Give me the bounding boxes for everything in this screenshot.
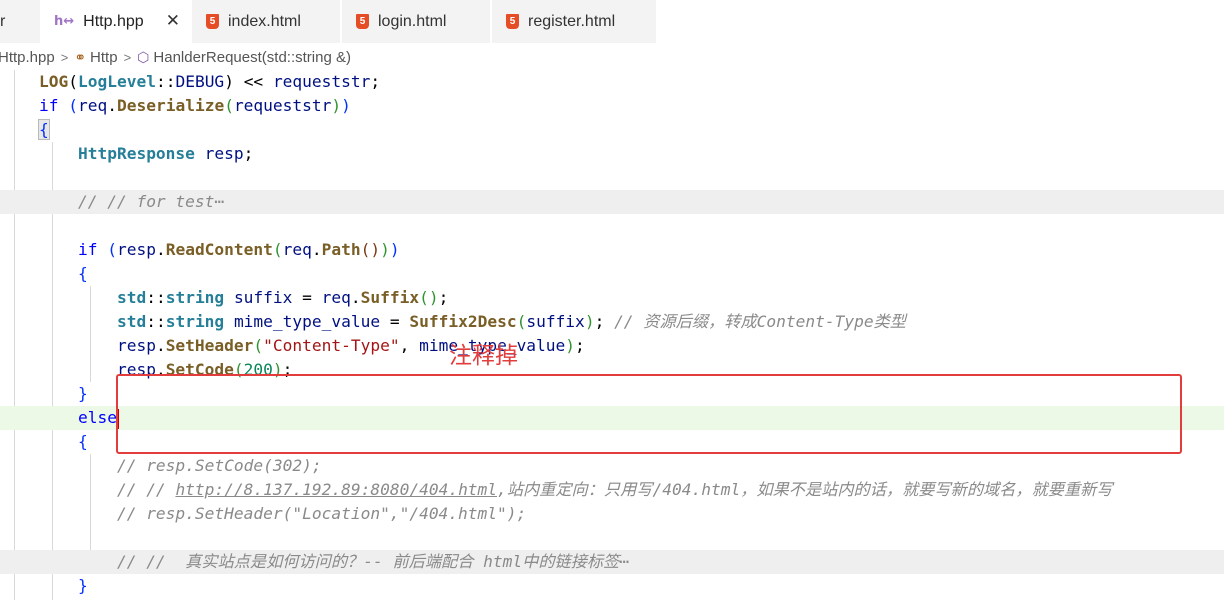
folded-code-line[interactable]: // // for test⋯ — [0, 190, 1224, 214]
tab-label: index.html — [228, 12, 301, 30]
fold-ellipsis-icon: ⋯ — [619, 552, 630, 571]
fold-ellipsis-icon: ⋯ — [214, 192, 225, 211]
tab-label: register.html — [528, 12, 616, 30]
breadcrumb-class[interactable]: Http — [90, 49, 118, 66]
comment-link[interactable]: http://8.137.192.89:8080/404.html — [175, 480, 497, 499]
breadcrumb: Http.hpp > ⚭ Http > ⬡ HanlderRequest(std… — [0, 45, 1224, 69]
code-line: HttpResponse resp; — [77, 144, 254, 163]
editor-tab-bar: r h↔ Http.hpp ✕ 5 index.html 5 login.htm… — [0, 0, 1224, 43]
code-line: LOG(LogLevel::DEBUG) << requeststr; — [38, 72, 381, 91]
code-line: { — [77, 264, 88, 283]
breadcrumb-method[interactable]: HanlderRequest(std::string &) — [153, 49, 351, 66]
tab-label: r — [0, 12, 6, 30]
html5-icon: 5 — [356, 14, 369, 29]
code-line: // // http://8.137.192.89:8080/404.html,… — [116, 480, 1113, 499]
breadcrumb-file[interactable]: Http.hpp — [0, 49, 55, 66]
cpp-header-icon: h↔ — [54, 14, 75, 29]
code-line: if (req.Deserialize(requeststr)) — [38, 96, 351, 115]
chevron-right-icon: > — [60, 49, 69, 65]
method-cube-icon: ⬡ — [137, 48, 150, 65]
tab-register-html[interactable]: 5 register.html — [492, 0, 656, 43]
code-line: std::string mime_type_value = Suffix2Des… — [116, 312, 906, 331]
code-line: } — [77, 576, 88, 595]
folded-code-line[interactable]: // // 真实站点是如何访问的？-- 前后端配合 html中的链接标签⋯ — [0, 550, 1224, 574]
tab-login-html[interactable]: 5 login.html — [342, 0, 490, 43]
tab-index-html[interactable]: 5 index.html — [192, 0, 340, 43]
html5-icon: 5 — [506, 14, 519, 29]
tab-label: Http.hpp — [83, 12, 144, 30]
tab-http-hpp[interactable]: h↔ Http.hpp ✕ — [40, 0, 190, 43]
annotation-label: 注释掉 — [449, 343, 518, 369]
code-line: if (resp.ReadContent(req.Path())) — [77, 240, 400, 259]
code-line: { — [38, 119, 50, 140]
code-line: // resp.SetCode(302); — [116, 456, 322, 475]
code-editor[interactable]: LOG(LogLevel::DEBUG) << requeststr; if (… — [0, 70, 1224, 600]
html5-icon: 5 — [206, 14, 219, 29]
chevron-right-icon: > — [123, 49, 132, 65]
tab-label: login.html — [378, 12, 447, 30]
code-line: resp.SetHeader("Content-Type", mime_type… — [116, 336, 585, 355]
annotation-highlight-box — [116, 374, 1182, 454]
close-icon[interactable]: ✕ — [166, 11, 180, 31]
class-icon: ⚭ — [74, 48, 87, 65]
code-line: // resp.SetHeader("Location","/404.html"… — [116, 504, 527, 523]
code-line: std::string suffix = req.Suffix(); — [116, 288, 449, 307]
tab-partial[interactable]: r — [0, 0, 40, 43]
